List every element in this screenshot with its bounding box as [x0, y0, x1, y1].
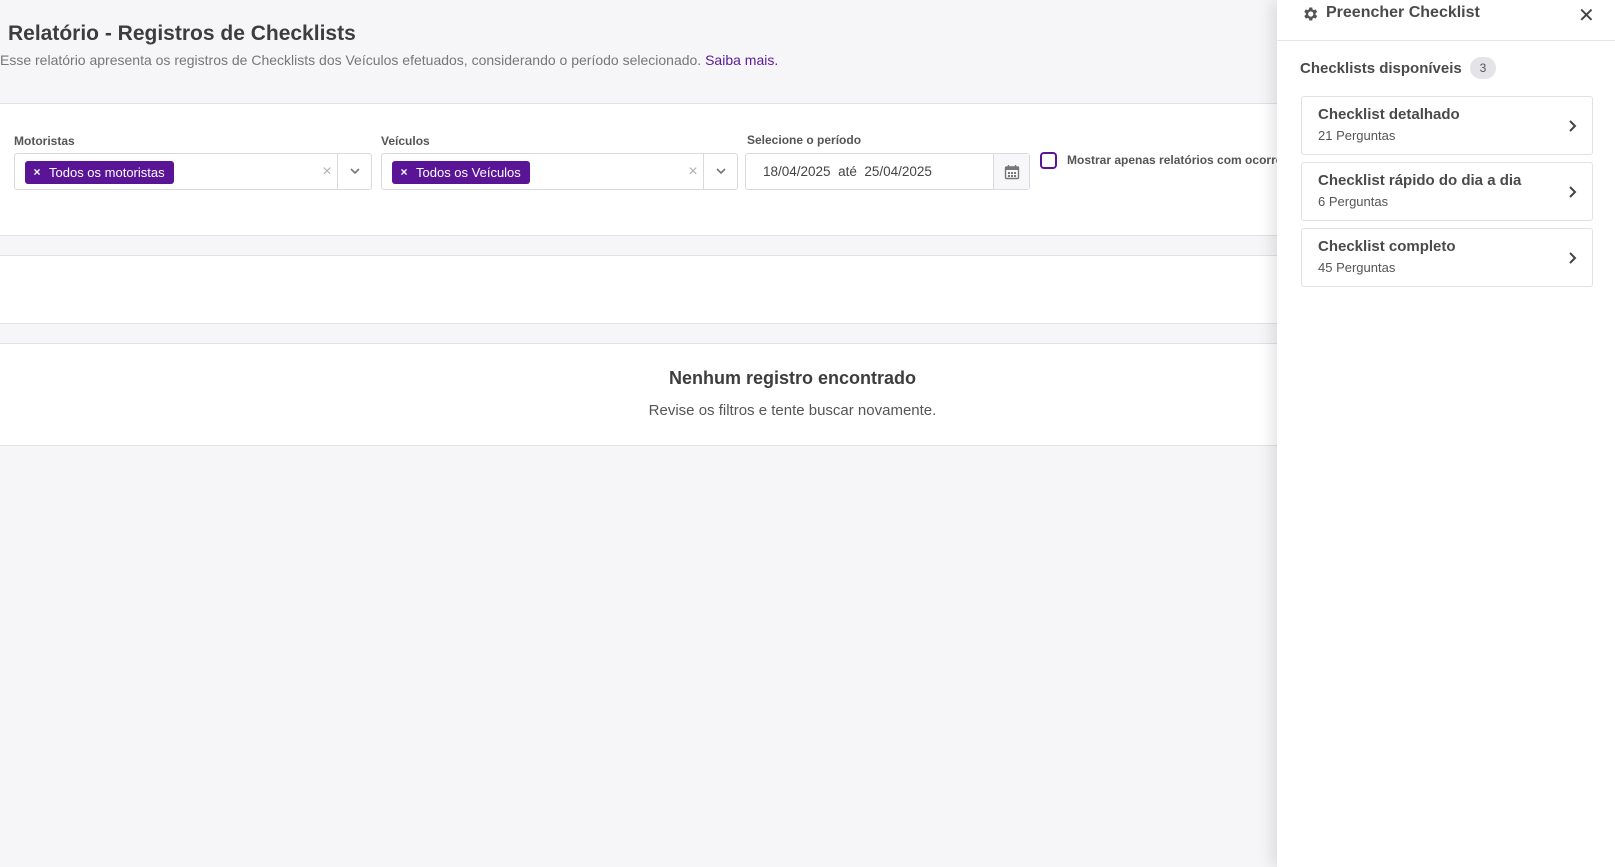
panel-header: Preencher Checklist ✕ — [1277, 0, 1615, 41]
checklist-item-subtitle: 45 Perguntas — [1318, 260, 1396, 275]
chip-remove-icon[interactable]: × — [25, 161, 49, 184]
drivers-label: Motoristas — [14, 134, 75, 148]
drivers-chip: × Todos os motoristas — [25, 161, 174, 184]
available-count-badge: 3 — [1470, 57, 1496, 79]
chevron-right-icon — [1569, 186, 1577, 198]
vehicles-chip-label: Todos os Veículos — [416, 165, 521, 180]
learn-more-link[interactable]: Saiba mais. — [705, 52, 778, 68]
toolbar-area — [0, 256, 1277, 323]
chevron-down-icon[interactable] — [348, 164, 362, 178]
period-label: Selecione o período — [747, 133, 862, 147]
checklist-item-title: Checklist detalhado — [1318, 106, 1460, 123]
select-divider — [703, 154, 704, 189]
close-icon[interactable]: ✕ — [1578, 3, 1595, 28]
only-occurrences-label: Mostrar apenas relatórios com ocorrência… — [1067, 153, 1277, 167]
description-text: Esse relatório apresenta os registros de… — [0, 52, 702, 68]
empty-state: Nenhum registro encontrado Revise os fil… — [0, 344, 1277, 446]
period-value: 18/04/2025 até 25/04/2025 — [763, 164, 932, 179]
chevron-right-icon — [1569, 252, 1577, 264]
checklist-item-title: Checklist rápido do dia a dia — [1318, 172, 1522, 189]
page-title: Relatório - Registros de Checklists — [8, 22, 356, 45]
calendar-button[interactable] — [993, 154, 1029, 189]
checklist-item[interactable]: Checklist rápido do dia a dia 6 Pergunta… — [1301, 162, 1593, 221]
chevron-down-icon[interactable] — [714, 164, 728, 178]
checklist-item[interactable]: Checklist detalhado 21 Perguntas — [1301, 96, 1593, 155]
chevron-right-icon — [1569, 120, 1577, 132]
period-input[interactable]: 18/04/2025 até 25/04/2025 — [745, 153, 1030, 190]
vehicles-chip: × Todos os Veículos — [392, 161, 530, 184]
report-page: Relatório - Registros de Checklists Esse… — [0, 0, 1615, 867]
vehicles-label: Veículos — [381, 134, 430, 148]
only-occurrences-checkbox[interactable] — [1040, 152, 1057, 169]
gear-icon — [1304, 7, 1318, 21]
page-description: Esse relatório apresenta os registros de… — [0, 52, 778, 68]
section-divider — [0, 323, 1277, 344]
calendar-icon — [1004, 165, 1020, 180]
fill-checklist-panel: Preencher Checklist ✕ Checklists disponí… — [1277, 0, 1615, 867]
chip-remove-icon[interactable]: × — [392, 161, 416, 184]
checklist-item-subtitle: 6 Perguntas — [1318, 194, 1389, 209]
clear-icon[interactable]: × — [318, 163, 336, 181]
vehicles-select[interactable]: × Todos os Veículos × — [381, 153, 738, 190]
drivers-chip-label: Todos os motoristas — [49, 165, 165, 180]
checklist-item[interactable]: Checklist completo 45 Perguntas — [1301, 228, 1593, 287]
drivers-select[interactable]: × Todos os motoristas × — [14, 153, 372, 190]
panel-title: Preencher Checklist — [1326, 4, 1480, 21]
select-divider — [337, 154, 338, 189]
available-checklists-label: Checklists disponíveis — [1300, 60, 1462, 77]
checklist-item-subtitle: 21 Perguntas — [1318, 128, 1396, 143]
section-divider — [0, 235, 1277, 256]
checklist-item-title: Checklist completo — [1318, 238, 1456, 255]
clear-icon[interactable]: × — [684, 163, 702, 181]
